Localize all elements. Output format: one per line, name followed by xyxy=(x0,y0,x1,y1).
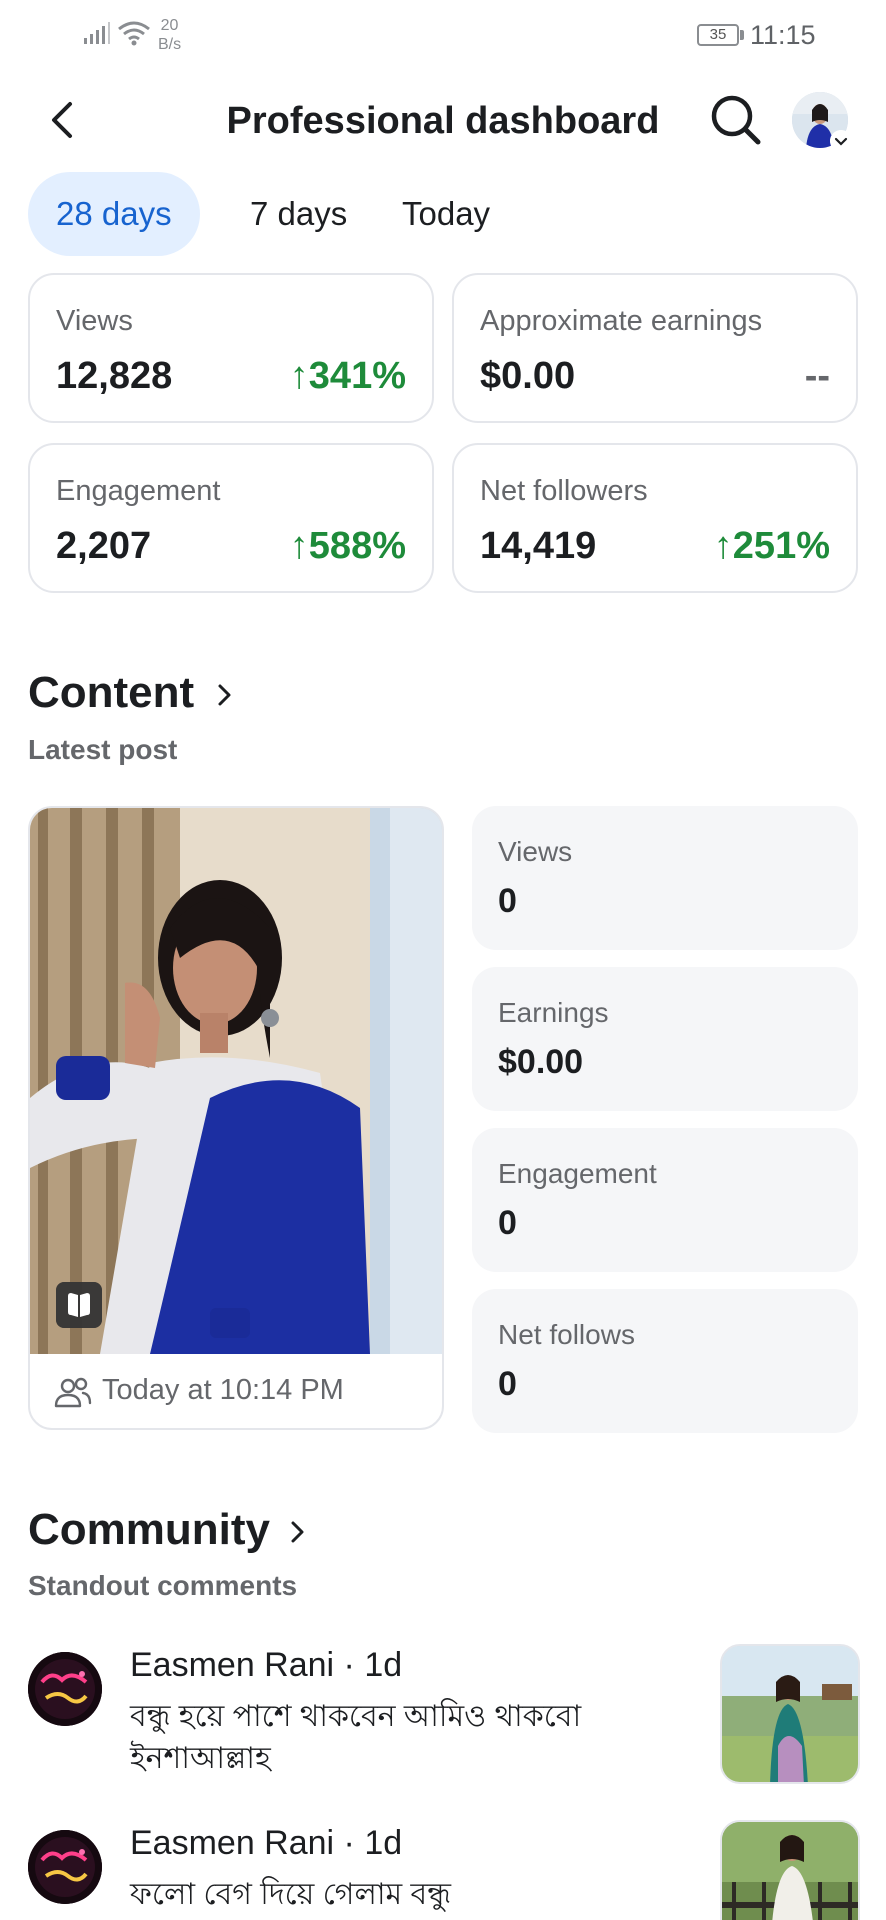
metric-card-net-followers[interactable]: Net followers 14,419 ↑251% xyxy=(452,443,858,593)
tab-today[interactable]: Today xyxy=(374,172,518,256)
post-thumbnail[interactable] xyxy=(30,808,442,1354)
metric-card-earnings[interactable]: Approximate earnings $0.00 -- xyxy=(452,273,858,423)
post-stat-engagement: Engagement 0 xyxy=(472,1128,858,1272)
tab-7-days[interactable]: 7 days xyxy=(222,172,375,256)
signal-icon xyxy=(84,22,110,44)
stat-label: Earnings xyxy=(498,997,609,1028)
metric-card-views[interactable]: Views 12,828 ↑341% xyxy=(28,273,434,423)
post-stat-net-follows: Net follows 0 xyxy=(472,1289,858,1433)
metric-card-engagement[interactable]: Engagement 2,207 ↑588% xyxy=(28,443,434,593)
stat-value: 0 xyxy=(498,1204,517,1242)
commenter-name[interactable]: Easmen Rani xyxy=(130,1824,334,1862)
community-section-title[interactable]: Community xyxy=(28,1505,270,1555)
app-header: Professional dashboard xyxy=(0,70,886,170)
search-icon[interactable] xyxy=(708,92,764,148)
metric-delta: ↑588% xyxy=(289,525,406,567)
metric-delta: ↑251% xyxy=(713,525,830,567)
stat-value: $0.00 xyxy=(498,1043,584,1081)
status-bar: 20 B/s 35 11:15 xyxy=(0,0,886,70)
stat-value: 0 xyxy=(498,1365,517,1403)
comment-post-thumbnail[interactable] xyxy=(720,1820,860,1920)
battery-indicator: 35 xyxy=(697,24,739,46)
profile-switcher[interactable] xyxy=(792,92,852,152)
stat-value: 0 xyxy=(498,882,517,920)
battery-tip xyxy=(740,30,744,40)
commenter-name[interactable]: Easmen Rani xyxy=(130,1646,334,1684)
comment-text: বন্ধু হয়ে পাশে থাকবেন আমিও থাকবো ইনশাআল… xyxy=(130,1700,582,1775)
content-section-title[interactable]: Content xyxy=(28,668,194,718)
comment-time: · 1d xyxy=(334,1646,403,1684)
stat-label: Net follows xyxy=(498,1319,635,1350)
metric-label: Views xyxy=(56,305,133,337)
latest-post-card[interactable]: Today at 10:14 PM xyxy=(28,806,444,1430)
metric-value: $0.00 xyxy=(480,355,576,397)
metric-value: 2,207 xyxy=(56,525,152,567)
chevron-right-icon[interactable] xyxy=(283,1517,313,1547)
metric-delta: ↑341% xyxy=(289,355,406,397)
post-timestamp: Today at 10:14 PM xyxy=(102,1374,344,1406)
metric-value: 12,828 xyxy=(56,355,173,397)
content-section-subtitle: Latest post xyxy=(28,734,178,765)
chevron-down-icon xyxy=(830,130,852,152)
comment-text: ফলো বেগ দিয়ে গেলাম বন্ধু xyxy=(130,1878,451,1911)
commenter-avatar[interactable] xyxy=(28,1830,102,1904)
metric-value: 14,419 xyxy=(480,525,597,567)
wifi-icon xyxy=(118,21,150,46)
metric-label: Approximate earnings xyxy=(480,305,763,337)
metric-label: Engagement xyxy=(56,475,221,507)
stat-label: Engagement xyxy=(498,1158,657,1189)
metric-label: Net followers xyxy=(480,475,648,507)
stat-label: Views xyxy=(498,836,573,867)
post-stat-views: Views 0 xyxy=(472,806,858,950)
commenter-avatar[interactable] xyxy=(28,1652,102,1726)
comment-post-thumbnail[interactable] xyxy=(720,1644,860,1784)
metric-delta: -- xyxy=(804,355,830,397)
post-stat-earnings: Earnings $0.00 xyxy=(472,967,858,1111)
post-footer: Today at 10:14 PM xyxy=(30,1354,442,1428)
community-section-subtitle: Standout comments xyxy=(28,1570,298,1601)
reel-icon xyxy=(56,1282,102,1328)
chevron-right-icon[interactable] xyxy=(210,680,240,710)
clock: 11:15 xyxy=(750,20,816,50)
comment-time: · 1d xyxy=(334,1824,403,1862)
network-speed: 20 B/s xyxy=(158,17,182,53)
comment-item[interactable]: Easmen Rani · 1d বন্ধু হয়ে পাশে থাকবেন … xyxy=(0,1640,886,1790)
people-icon xyxy=(54,1377,92,1408)
tab-28-days[interactable]: 28 days xyxy=(28,172,200,256)
comment-item[interactable]: Easmen Rani · 1d ফলো বেগ দিয়ে গেলাম বন্… xyxy=(0,1818,886,1920)
commenter-name-row: Easmen Rani · 1d xyxy=(130,1646,402,1685)
commenter-name-row: Easmen Rani · 1d xyxy=(130,1824,402,1863)
